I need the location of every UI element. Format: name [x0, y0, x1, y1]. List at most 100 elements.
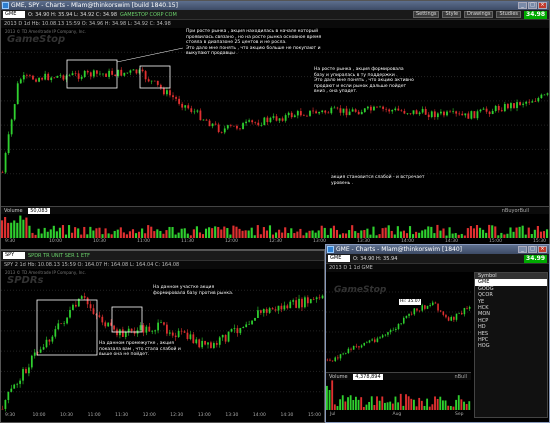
candle-body [89, 304, 92, 309]
candle-body [174, 335, 177, 337]
close-icon[interactable]: × [538, 2, 547, 9]
volume-bar [397, 402, 400, 410]
candle-body [120, 69, 123, 76]
popup-chart-window: GME - Charts - Mlam@thinkorswim [1840] _… [325, 244, 550, 423]
volume-bar [278, 229, 281, 238]
candle-body [257, 122, 260, 126]
candle-body [25, 75, 28, 76]
candle-body [418, 112, 421, 115]
candle-body [455, 111, 458, 114]
candle-body [166, 90, 168, 95]
spy-description[interactable]: SPDR TR UNIT SER 1 ETF [28, 253, 90, 259]
volume-bar [95, 228, 98, 238]
popup-volume-chart[interactable] [326, 380, 471, 410]
popup-maximize-icon[interactable]: □ [528, 246, 537, 253]
window-title-bar[interactable]: GME, SPY - Charts - Mlam@thinkorswim [bu… [1, 1, 549, 10]
volume-bar [518, 226, 521, 238]
candle-body [385, 108, 388, 110]
candle-body [329, 359, 331, 361]
candle-body [289, 301, 292, 309]
volume-bar [180, 228, 183, 238]
symbol-input[interactable]: GME [3, 11, 25, 18]
candle-body [171, 332, 174, 336]
candle-body [132, 69, 135, 71]
candle-body [271, 308, 274, 310]
volume-bar [373, 405, 376, 410]
minimize-icon[interactable]: _ [518, 2, 527, 9]
volume-bar [49, 229, 52, 238]
candle-body [124, 332, 127, 337]
candle-body [315, 111, 318, 114]
spy-symbol-input[interactable]: SPY [3, 252, 25, 259]
candle-body [189, 334, 192, 339]
volume-chart[interactable] [1, 214, 549, 238]
candle-body [169, 90, 171, 96]
candle-body [455, 313, 458, 320]
candle-body [260, 125, 263, 126]
chart-info-bar: 2013 D 1d Hb: 10.08.13 15:59 O: 34.96 H:… [1, 20, 549, 28]
candle-body [485, 108, 488, 112]
popup-symbol-input[interactable]: GME [328, 255, 350, 262]
volume-header: Volume 50,083 nBuyorBull [1, 206, 549, 214]
volume-bar [447, 405, 450, 410]
volume-bar [436, 224, 439, 238]
candle-body [186, 332, 189, 339]
volume-bar [457, 395, 460, 410]
candle-body [442, 311, 445, 315]
settings-button[interactable]: Settings [412, 11, 440, 18]
candle-body [315, 297, 318, 300]
candle-body [202, 119, 205, 121]
spy-time-axis: 9:30 10:00 10:30 11:00 11:30 12:00 12:30 13:00 1… [1, 412, 324, 420]
popup-title-bar[interactable]: GME - Charts - Mlam@thinkorswim [1840] _… [326, 245, 549, 254]
candle-body [108, 70, 110, 77]
candle-body [321, 295, 324, 299]
volume-bar [389, 401, 392, 410]
window-controls: _ □ × [518, 2, 547, 9]
candle-body [397, 323, 400, 329]
volume-bar [22, 219, 25, 238]
volume-bar [13, 220, 16, 238]
candle-body [388, 109, 391, 112]
volume-bar [460, 399, 463, 410]
candle-body [92, 70, 95, 77]
volume-bar [436, 398, 439, 410]
candle-body [193, 111, 196, 113]
watchlist-item[interactable]: HOG [475, 343, 547, 349]
time-tick-label: Jul [330, 412, 336, 417]
popup-price-chart[interactable] [326, 272, 471, 372]
volume-bar [354, 231, 357, 238]
volume-bar [341, 395, 344, 410]
volume-bar [61, 225, 65, 238]
volume-bar [463, 401, 465, 410]
candle-body [351, 109, 354, 112]
candle-body [166, 324, 168, 334]
volume-bar [131, 229, 135, 238]
candle-body [59, 75, 62, 77]
volume-bar [542, 231, 546, 238]
candle-body [19, 79, 22, 84]
candle-body [163, 322, 165, 325]
candle-body [488, 111, 491, 115]
time-tick-label: 12:00 [225, 239, 238, 244]
volume-bar [235, 226, 238, 238]
popup-close-icon[interactable]: × [538, 246, 547, 253]
annotation-2: На росте рынка , акция формировала базу … [314, 67, 414, 95]
candle-body [336, 107, 339, 109]
volume-bar [423, 405, 426, 410]
popup-minimize-icon[interactable]: _ [518, 246, 527, 253]
candle-body [439, 310, 442, 312]
candle-body [392, 329, 395, 331]
candle-body [156, 80, 159, 85]
candle-body [239, 328, 242, 334]
maximize-icon[interactable]: □ [528, 2, 537, 9]
candle-body [391, 110, 394, 112]
style-button[interactable]: Style [442, 11, 462, 18]
company-link[interactable]: GAMESTOP CORP COM [120, 12, 177, 18]
studies-button[interactable]: Studies [496, 11, 522, 18]
candle-body [400, 323, 402, 325]
candle-body [540, 94, 543, 99]
volume-bar [381, 228, 384, 238]
candle-body [281, 118, 284, 121]
candle-body [437, 303, 439, 311]
drawings-button[interactable]: Drawings [464, 11, 494, 18]
